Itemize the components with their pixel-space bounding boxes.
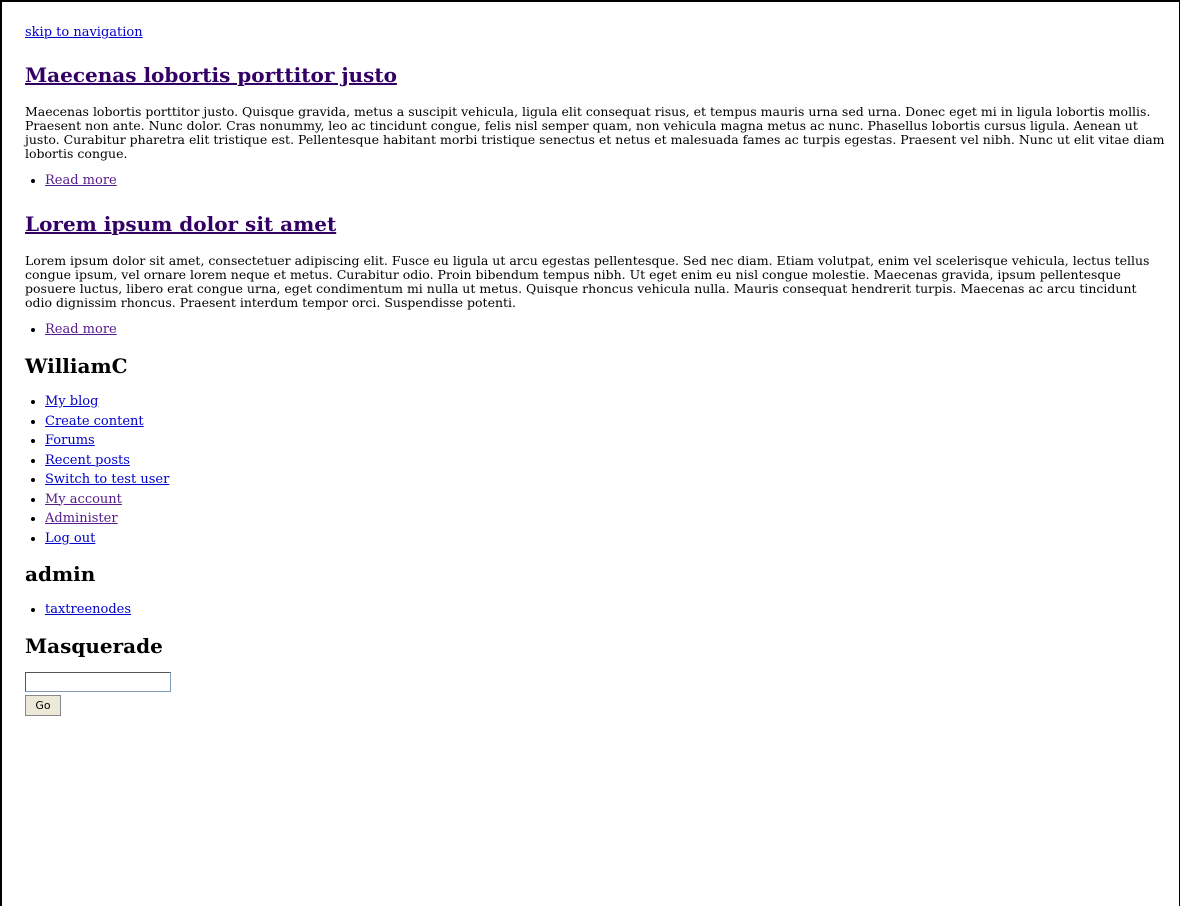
user-menu: My blog Create content Forums Recent pos… [25,392,1165,548]
user-block: WilliamC My blog Create content Forums R… [25,354,1165,548]
block-title: WilliamC [25,354,128,378]
taxtreenodes-link[interactable]: taxtreenodes [45,602,131,617]
node-body: Lorem ipsum dolor sit amet, consectetuer… [25,253,1150,310]
menu-item-taxtreenodes: taxtreenodes [45,600,1165,620]
masquerade-go-button[interactable]: Go [25,694,61,716]
menu-item-switch-user: Switch to test user [45,470,1165,490]
read-more-link[interactable]: Read more [45,173,117,188]
node-links: Read more [25,320,1165,340]
node-title-link[interactable]: Maecenas lobortis porttitor justo [25,63,397,87]
my-account-link[interactable]: My account [45,492,122,507]
admin-menu: taxtreenodes [25,600,1165,620]
node-title: Lorem ipsum dolor sit amet [25,212,1165,236]
switch-to-test-user-link[interactable]: Switch to test user [45,472,169,487]
forums-link[interactable]: Forums [45,433,95,448]
main-content: skip to navigation Maecenas lobortis por… [25,24,1165,716]
skip-to-navigation-link[interactable]: skip to navigation [25,24,1165,42]
list-item: Read more [45,320,1165,340]
menu-item-administer: Administer [45,509,1165,529]
block-title: admin [25,562,96,586]
create-content-link[interactable]: Create content [45,414,144,429]
menu-item-my-account: My account [45,490,1165,510]
menu-item-my-blog: My blog [45,392,1165,412]
recent-posts-link[interactable]: Recent posts [45,453,130,468]
read-more-link[interactable]: Read more [45,322,117,337]
my-blog-link[interactable]: My blog [45,394,98,409]
menu-item-forums: Forums [45,431,1165,451]
administer-link[interactable]: Administer [45,511,118,526]
node-teaser: Maecenas lobortis porttitor justo Maecen… [25,63,1165,191]
block-title: Masquerade [25,633,163,658]
admin-block: admin taxtreenodes [25,562,1165,620]
node-teaser: Lorem ipsum dolor sit amet Lorem ipsum d… [25,212,1165,340]
node-body: Maecenas lobortis porttitor justo. Quisq… [25,104,1165,161]
list-item: Read more [45,171,1165,191]
log-out-link[interactable]: Log out [45,531,95,546]
node-title: Maecenas lobortis porttitor justo [25,63,1165,87]
menu-item-create-content: Create content [45,412,1165,432]
masquerade-username-input[interactable] [25,671,171,692]
node-title-link[interactable]: Lorem ipsum dolor sit amet [25,212,336,236]
menu-item-recent-posts: Recent posts [45,451,1165,471]
menu-item-log-out: Log out [45,529,1165,549]
node-links: Read more [25,171,1165,191]
masquerade-block: Masquerade Go [25,634,1165,716]
